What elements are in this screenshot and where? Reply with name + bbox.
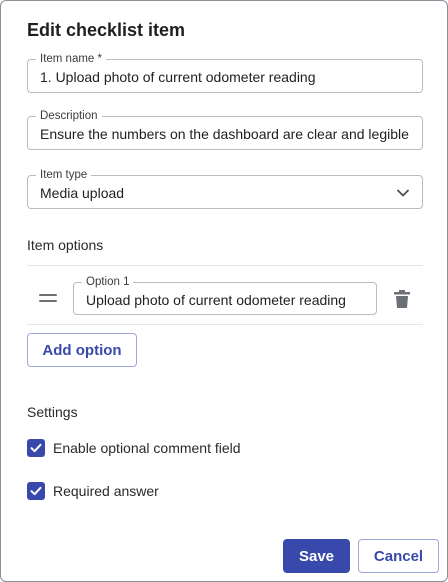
checkmark-icon (30, 486, 42, 496)
dialog-title: Edit checklist item (27, 20, 186, 40)
item-type-value: Media upload (40, 185, 125, 201)
item-name-value[interactable]: 1. Upload photo of current odometer read… (40, 68, 412, 86)
description-value[interactable]: Ensure the numbers on the dashboard are … (40, 125, 412, 143)
required-answer-setting[interactable]: Required answer (27, 482, 159, 500)
checkmark-icon (30, 443, 42, 453)
settings-heading: Settings (27, 404, 78, 420)
option-1-value[interactable]: Upload photo of current odometer reading (86, 291, 366, 309)
chevron-down-icon[interactable] (396, 186, 410, 200)
item-name-label: Item name * (36, 52, 106, 66)
option-1-label: Option 1 (82, 275, 134, 289)
edit-checklist-dialog: Edit checklist item Item name * 1. Uploa… (0, 0, 448, 582)
required-answer-checkbox[interactable] (27, 482, 45, 500)
required-answer-label: Required answer (53, 483, 159, 499)
divider (27, 265, 423, 266)
optional-comment-label: Enable optional comment field (53, 440, 241, 456)
optional-comment-setting[interactable]: Enable optional comment field (27, 439, 241, 457)
item-name-field[interactable]: Item name * 1. Upload photo of current o… (27, 52, 423, 93)
item-type-select[interactable]: Item type Media upload (27, 168, 423, 209)
description-field[interactable]: Description Ensure the numbers on the da… (27, 109, 423, 150)
optional-comment-checkbox[interactable] (27, 439, 45, 457)
trash-icon[interactable] (393, 289, 411, 309)
add-option-button[interactable]: Add option (27, 333, 137, 367)
option-1-field[interactable]: Option 1 Upload photo of current odomete… (73, 275, 377, 315)
item-options-heading: Item options (27, 237, 104, 253)
item-type-label: Item type (36, 168, 92, 182)
cancel-button[interactable]: Cancel (358, 539, 439, 573)
drag-handle-icon[interactable] (39, 294, 57, 304)
save-button[interactable]: Save (283, 539, 350, 573)
divider (27, 324, 423, 325)
description-label: Description (36, 109, 102, 123)
